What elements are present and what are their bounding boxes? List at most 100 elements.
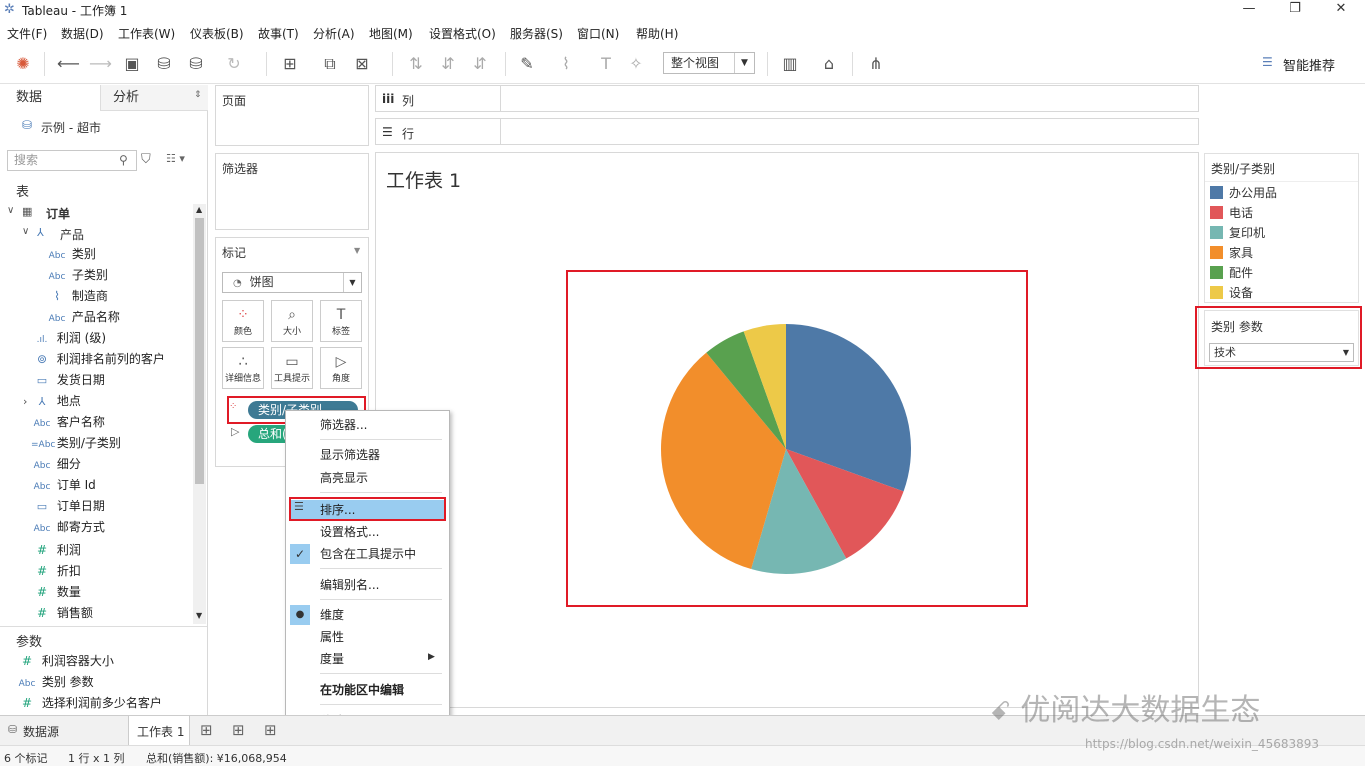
scroll-down-icon[interactable]: ▼: [196, 611, 202, 620]
new-worksheet-icon[interactable]: ⊞: [279, 53, 301, 75]
scroll-up-icon[interactable]: ▲: [196, 205, 202, 214]
field-row[interactable]: ⌇ 制造商: [46, 286, 108, 307]
menu-story[interactable]: 故事(T): [258, 25, 299, 42]
pause-updates-icon[interactable]: ⛁: [185, 53, 207, 75]
filter-icon[interactable]: ⛉: [141, 152, 151, 167]
undo-icon[interactable]: ⟵: [57, 53, 80, 75]
legend-item[interactable]: 电话: [1210, 203, 1253, 223]
chevron-down-icon[interactable]: ▼: [354, 246, 360, 255]
param-row[interactable]: Abc 类别 参数: [16, 672, 94, 693]
tab-sheet1[interactable]: 工作表 1: [128, 716, 190, 745]
label-icon[interactable]: T: [595, 53, 617, 75]
menu-worksheet[interactable]: 工作表(W): [118, 25, 175, 42]
field-row[interactable]: # 数量: [31, 582, 81, 603]
sort-desc-icon[interactable]: ⇵: [469, 53, 491, 75]
share-icon[interactable]: ⋔: [865, 53, 887, 75]
param-row[interactable]: # 选择利润前多少名客户: [16, 693, 162, 714]
columns-shelf[interactable]: iii 列: [375, 85, 1199, 112]
param-row[interactable]: # 利润容器大小: [16, 651, 114, 672]
menu-item-filter[interactable]: 筛选器...: [286, 414, 449, 436]
rows-drop-area[interactable]: [500, 119, 1198, 144]
tooltip-button[interactable]: ▭ 工具提示: [271, 347, 313, 389]
close-icon[interactable]: ✕: [1318, 0, 1364, 20]
field-row[interactable]: # 利润: [31, 540, 81, 561]
legend-item[interactable]: 设备: [1210, 283, 1253, 303]
menu-window[interactable]: 窗口(N): [577, 25, 619, 42]
pages-card[interactable]: 页面: [215, 85, 369, 146]
field-row[interactable]: Abc 邮寄方式: [31, 517, 105, 538]
size-button[interactable]: ⌕ 大小: [271, 300, 313, 342]
color-button[interactable]: ⁘ 颜色: [222, 300, 264, 342]
datasource-name[interactable]: 示例 - 超市: [41, 119, 101, 136]
menu-dashboard[interactable]: 仪表板(B): [190, 25, 244, 42]
refresh-icon[interactable]: ↻: [223, 53, 245, 75]
new-sheet-icon[interactable]: ⊞: [200, 721, 213, 739]
search-input[interactable]: 搜索: [7, 150, 137, 171]
field-row[interactable]: Abc 客户名称: [31, 412, 105, 433]
legend-item[interactable]: 配件: [1210, 263, 1253, 283]
field-row[interactable]: ⊚ 利润排名前列的客户: [31, 349, 165, 370]
tab-analysis[interactable]: 分析: [100, 85, 208, 111]
redo-icon[interactable]: ⟶: [89, 53, 112, 75]
menu-item-include-tooltip[interactable]: 包含在工具提示中: [286, 543, 449, 565]
pin-icon[interactable]: ✧: [625, 53, 647, 75]
pie-chart[interactable]: [656, 319, 916, 579]
menu-item-show-filter[interactable]: 显示筛选器: [286, 444, 449, 466]
highlight-icon[interactable]: ✎: [516, 53, 538, 75]
folder-product[interactable]: 产品: [60, 226, 84, 243]
tab-datasource[interactable]: 数据源: [23, 723, 59, 740]
menu-item-format[interactable]: 设置格式...: [286, 521, 449, 543]
tab-menu-icon[interactable]: ⇕: [194, 90, 202, 100]
field-row[interactable]: # 销售额: [31, 603, 93, 624]
minimize-icon[interactable]: —: [1226, 0, 1272, 20]
view-options-icon[interactable]: ☷ ▾: [166, 152, 185, 165]
mark-type-select[interactable]: ◔ 饼图 ▼: [222, 272, 362, 293]
show-me-icon[interactable]: ☰: [1262, 55, 1273, 69]
sort-asc-icon[interactable]: ⇵: [437, 53, 459, 75]
menu-item-edit-in-shelf[interactable]: 在功能区中编辑: [286, 679, 449, 701]
detail-button[interactable]: ∴ 详细信息: [222, 347, 264, 389]
duplicate-sheet-icon[interactable]: ⧉: [319, 53, 341, 75]
new-story-icon[interactable]: ⊞: [264, 721, 277, 739]
menu-item-highlight[interactable]: 高亮显示: [286, 467, 449, 489]
tableau-start-icon[interactable]: ✺: [12, 53, 34, 75]
tab-data[interactable]: 数据: [0, 85, 100, 111]
field-row[interactable]: Abc 订单 Id: [31, 475, 96, 496]
menu-item-dimension[interactable]: 维度: [286, 604, 449, 626]
field-row[interactable]: Abc 细分: [31, 454, 81, 475]
field-row[interactable]: Abc 类别: [46, 244, 96, 265]
field-row[interactable]: Abc 子类别: [46, 265, 108, 286]
maximize-icon[interactable]: ❐: [1272, 0, 1318, 20]
clear-sheet-icon[interactable]: ⊠: [351, 53, 373, 75]
field-row[interactable]: ▭ 发货日期: [31, 370, 105, 391]
fit-select[interactable]: 整个视图 ▼: [663, 52, 755, 74]
field-row[interactable]: ▭ 订单日期: [31, 496, 105, 517]
new-dashboard-icon[interactable]: ⊞: [232, 721, 245, 739]
columns-drop-area[interactable]: [500, 86, 1198, 111]
field-row[interactable]: Abc 产品名称: [46, 307, 120, 328]
filters-card[interactable]: 筛选器: [215, 153, 369, 230]
menu-item-edit-alias[interactable]: 编辑别名...: [286, 574, 449, 596]
menu-data[interactable]: 数据(D): [61, 25, 104, 42]
menu-help[interactable]: 帮助(H): [636, 25, 678, 42]
new-datasource-icon[interactable]: ⛁: [153, 53, 175, 75]
chevron-down-icon[interactable]: ∨: [7, 205, 14, 216]
field-row[interactable]: .ıl. 利润 (级): [31, 328, 106, 349]
menu-format[interactable]: 设置格式(O): [429, 25, 496, 42]
menu-analysis[interactable]: 分析(A): [313, 25, 355, 42]
table-name[interactable]: 订单: [46, 205, 70, 222]
menu-server[interactable]: 服务器(S): [510, 25, 563, 42]
save-icon[interactable]: ▣: [121, 53, 143, 75]
legend-item[interactable]: 家具: [1210, 243, 1253, 263]
group-icon[interactable]: ⌇: [555, 53, 577, 75]
presentation-icon[interactable]: ⌂: [818, 53, 840, 75]
menu-map[interactable]: 地图(M): [369, 25, 413, 42]
angle-button[interactable]: ▷ 角度: [320, 347, 362, 389]
scrollbar[interactable]: ▲ ▼: [193, 204, 206, 624]
chevron-down-icon[interactable]: ∨: [22, 226, 29, 237]
legend-item[interactable]: 复印机: [1210, 223, 1265, 243]
show-cards-icon[interactable]: ▥: [779, 53, 801, 75]
field-row[interactable]: ⅄ 地点: [31, 391, 81, 412]
menu-item-measure[interactable]: 度量: [286, 648, 449, 670]
chevron-right-icon[interactable]: ›: [23, 395, 27, 408]
